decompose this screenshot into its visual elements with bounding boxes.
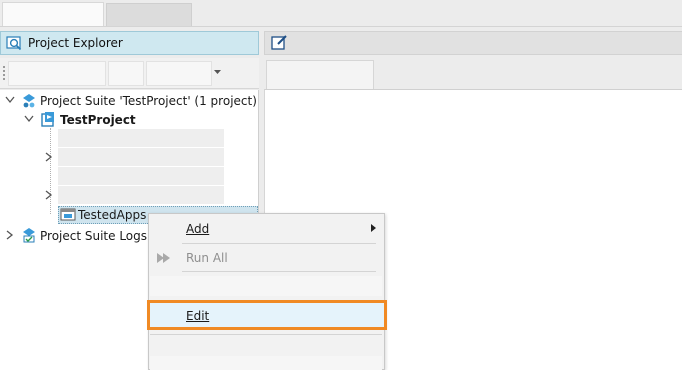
chevron-down-icon[interactable] xyxy=(24,115,34,123)
toolbar-button-2[interactable] xyxy=(108,61,144,86)
menu-item-add[interactable]: Add xyxy=(186,222,209,236)
menu-separator xyxy=(150,334,382,335)
menu-item-blank[interactable] xyxy=(150,356,382,370)
submenu-arrow-icon xyxy=(371,224,376,232)
project-icon xyxy=(41,112,54,127)
menu-separator xyxy=(182,243,376,244)
tree-item-testproject[interactable]: TestProject xyxy=(60,113,136,127)
toolbar-button-1[interactable] xyxy=(8,61,106,86)
toolbar-button-3[interactable] xyxy=(146,61,212,86)
tab-strip-divider xyxy=(0,26,682,27)
chevron-down-icon[interactable] xyxy=(5,96,15,104)
logs-icon xyxy=(23,228,35,243)
menu-item-blank[interactable] xyxy=(150,276,382,296)
tree-item-project-suite[interactable]: Project Suite 'TestProject' (1 project) xyxy=(40,94,257,108)
top-tab-1[interactable] xyxy=(2,2,104,26)
chevron-right-icon[interactable] xyxy=(45,190,53,200)
toolbar-grip[interactable] xyxy=(3,66,5,80)
project-explorer-search-icon xyxy=(6,36,22,51)
edit-highlight-box[interactable] xyxy=(147,300,387,330)
editor-tab[interactable] xyxy=(266,60,374,90)
top-tab-2[interactable] xyxy=(106,3,192,26)
panel-title: Project Explorer xyxy=(28,36,123,50)
tree-item-placeholder[interactable] xyxy=(58,167,224,185)
menu-item-run-all[interactable]: Run All xyxy=(186,251,228,265)
menu-item-edit[interactable]: Edit xyxy=(186,309,209,323)
edit-document-icon[interactable] xyxy=(271,34,288,50)
tree-item-placeholder[interactable] xyxy=(58,186,224,204)
toolbar-dropdown-arrow-icon[interactable] xyxy=(214,70,222,75)
project-suite-icon xyxy=(23,94,35,108)
tree-guide-line xyxy=(50,128,51,214)
chevron-right-icon[interactable] xyxy=(45,152,53,162)
run-all-icon xyxy=(157,253,170,263)
chevron-right-icon[interactable] xyxy=(6,230,14,240)
tested-apps-icon xyxy=(60,208,76,221)
menu-add-label: Add xyxy=(186,222,210,236)
tree-item-testedapps[interactable]: TestedApps xyxy=(78,208,146,222)
menu-separator xyxy=(182,271,376,272)
tree-item-placeholder[interactable] xyxy=(58,129,224,147)
editor-header xyxy=(264,31,682,55)
menu-edit-label: Edit xyxy=(186,309,210,323)
tree-item-project-suite-logs[interactable]: Project Suite Logs xyxy=(40,229,147,243)
tree-item-placeholder[interactable] xyxy=(58,148,224,166)
